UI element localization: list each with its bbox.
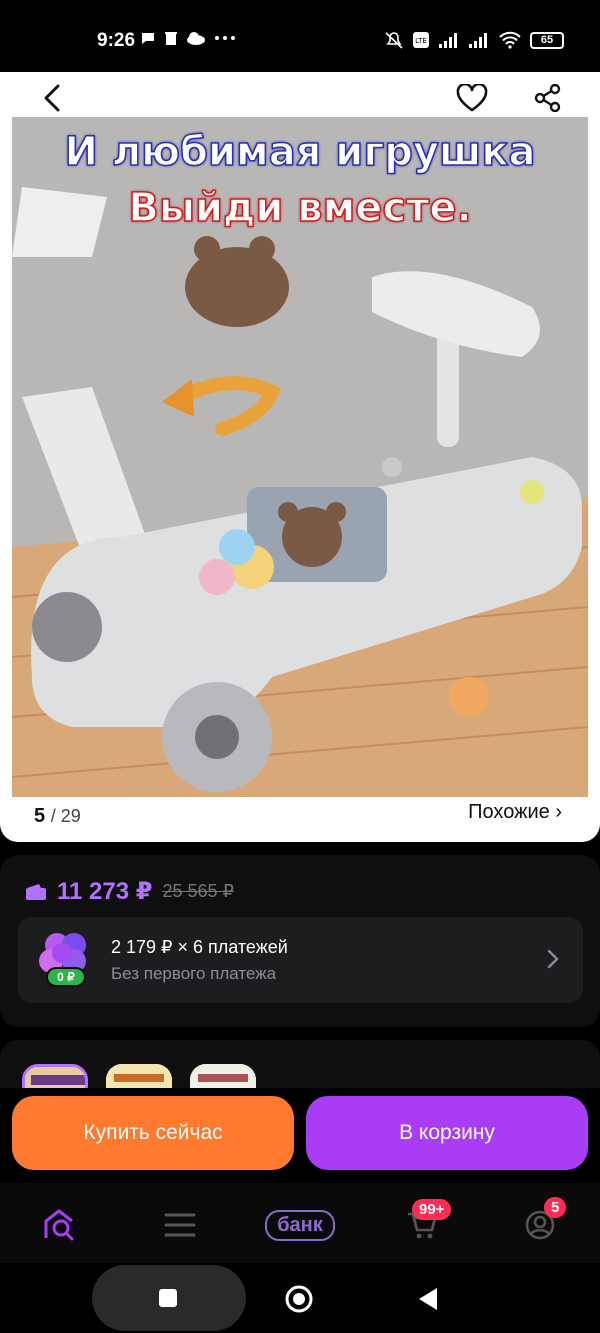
home-circle-icon[interactable] — [284, 1284, 314, 1314]
more-dots-icon — [215, 36, 235, 40]
wifi-icon — [499, 31, 521, 49]
installments-amount: 2 179 ₽ × 6 платежей — [111, 937, 288, 957]
muted-alarm-icon — [385, 32, 403, 49]
share-icon — [534, 84, 561, 112]
price-row: 11 273 ₽ 25 565 ₽ — [25, 877, 234, 906]
heart-icon — [456, 84, 488, 112]
svg-text:LTE: LTE — [415, 37, 427, 45]
cart-badge: 99+ — [412, 1199, 452, 1220]
product-gallery: И любимая игрушка Выйди вместе. 5 / 29 П… — [0, 72, 600, 842]
similar-items-link[interactable]: Похожие › — [468, 801, 562, 824]
bottom-tab-bar: банк 99+ 5 — [0, 1183, 600, 1263]
recents-square-icon[interactable] — [158, 1288, 178, 1308]
image-counter-total: / 29 — [50, 806, 81, 826]
installments-option[interactable]: 0 ₽ 2 179 ₽ × 6 платежей Без первого пла… — [18, 917, 583, 1003]
installments-logo: 0 ₽ — [38, 929, 94, 991]
purchase-actions: Купить сейчас В корзину — [0, 1088, 600, 1183]
current-price: 11 273 ₽ — [57, 878, 153, 905]
image-counter: 5 / 29 — [34, 805, 81, 828]
image-overlay-line1: И любимая игрушка — [64, 128, 537, 176]
system-navigation-bar — [0, 1263, 600, 1333]
signal-icon — [469, 33, 487, 48]
status-bar: 9:26 LTE 65 — [0, 0, 600, 72]
clover-icon: 0 ₽ — [39, 933, 86, 987]
back-triangle-icon[interactable] — [417, 1286, 439, 1312]
old-price: 25 565 ₽ — [162, 881, 234, 901]
chevron-right-icon — [547, 949, 559, 969]
bank-label: банк — [265, 1209, 335, 1241]
tab-home[interactable] — [28, 1195, 92, 1255]
volte-icon: LTE — [413, 32, 429, 48]
image-counter-current: 5 — [34, 805, 46, 827]
wallet-icon — [26, 883, 46, 900]
status-time: 9:26 — [97, 30, 136, 51]
tab-bank[interactable]: банк — [262, 1195, 338, 1255]
chevron-left-icon — [44, 84, 60, 112]
tab-profile[interactable]: 5 — [508, 1195, 572, 1255]
trash-icon — [165, 32, 177, 45]
battery-indicator: 65 — [530, 31, 564, 49]
status-right-icons: LTE 65 — [384, 31, 564, 49]
buy-now-button[interactable]: Купить сейчас — [12, 1096, 294, 1170]
product-photo[interactable]: И любимая игрушка Выйди вместе. — [11, 117, 589, 797]
image-overlay-line2: Выйди вместе. — [128, 184, 473, 232]
home-search-icon — [44, 1209, 74, 1241]
signal-icon — [439, 33, 457, 48]
price-card: 11 273 ₽ 25 565 ₽ 0 ₽ 2 179 ₽ × 6 платеж… — [0, 855, 600, 1027]
add-to-cart-button[interactable]: В корзину — [306, 1096, 588, 1170]
profile-badge: 5 — [544, 1197, 567, 1218]
tab-cart[interactable]: 99+ — [390, 1195, 454, 1255]
status-left-icons — [140, 30, 236, 46]
installments-badge: 0 ₽ — [57, 970, 75, 984]
cloud-icon — [187, 32, 205, 45]
chat-bubble-icon — [142, 33, 154, 44]
installments-note: Без первого платежа — [111, 964, 277, 983]
menu-icon — [164, 1213, 196, 1237]
tab-catalog[interactable] — [148, 1195, 212, 1255]
